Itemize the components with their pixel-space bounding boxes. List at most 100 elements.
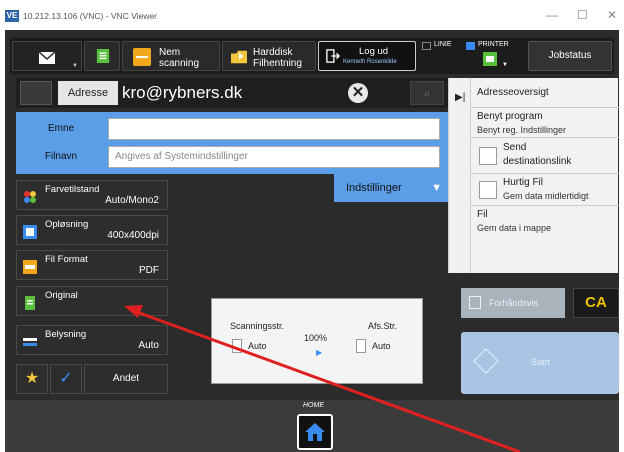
- envelope-icon: [39, 51, 55, 64]
- color-dots-icon: [24, 191, 36, 203]
- filename-label: Filnavn: [44, 151, 78, 162]
- scan-icon: [133, 48, 151, 66]
- vnc-screen: VE 10.212.13.106 (VNC) - VNC Viewer — ☐ …: [0, 0, 624, 452]
- original-label: Original: [45, 290, 78, 301]
- address-book-icon[interactable]: [20, 81, 52, 105]
- home-icon: [305, 423, 325, 441]
- clear-address-button[interactable]: ✕: [348, 83, 368, 103]
- subject-row: Emne: [16, 117, 448, 141]
- linie-label: LINIE: [434, 41, 452, 48]
- send-size-value: Auto: [372, 341, 391, 351]
- chevron-down-icon: ▼: [72, 63, 78, 69]
- logout-icon: [326, 49, 341, 63]
- side-panel-toggle[interactable]: ▶|: [448, 78, 470, 273]
- exposure-label: Belysning: [45, 329, 87, 340]
- home-button[interactable]: [297, 414, 333, 450]
- use-program-sub: Benyt reg. Indstillinger: [477, 125, 567, 135]
- quick-file-label: Hurtig Fil: [503, 177, 544, 188]
- minimize-button[interactable]: —: [546, 8, 558, 22]
- zoom-ratio: 100%: [304, 333, 328, 343]
- exposure-value: Auto: [138, 340, 159, 351]
- address-overview-label: Adresseoversigt: [477, 87, 549, 98]
- file-format-button[interactable]: Fil Format PDF: [16, 250, 168, 280]
- logged-in-user: Kenneth Rosenkilde: [343, 59, 397, 65]
- settings-tab[interactable]: Indstillinger ▼: [334, 174, 448, 202]
- send-link-item[interactable]: Send destinationslink: [471, 138, 619, 174]
- side-panel: Adresseoversigt Benyt program Benyt reg.…: [470, 78, 619, 273]
- other-button[interactable]: Andet: [84, 364, 168, 394]
- hdd-retrieve-label: Harddisk Filhentning: [253, 47, 302, 69]
- send-link-sub: destinationslink: [503, 156, 572, 167]
- use-program-label: Benyt program: [477, 111, 543, 122]
- file-format-label: Fil Format: [45, 254, 88, 265]
- resolution-value: 400x400dpi: [107, 230, 159, 241]
- home-label: HOME: [303, 402, 324, 409]
- address-overview-item[interactable]: Adresseoversigt: [471, 78, 619, 108]
- scan-summary-panel: Scanningsstr. Auto 100% ▶ Afs.Str. Auto: [211, 298, 423, 384]
- logout-label: Log ud: [359, 46, 389, 57]
- exposure-icon: [23, 338, 37, 346]
- folder-icon: [231, 50, 247, 64]
- color-mode-label: Farvetilstand: [45, 184, 100, 195]
- exposure-button[interactable]: Belysning Auto: [16, 325, 168, 355]
- send-link-checkbox[interactable]: [479, 147, 497, 165]
- resolution-button[interactable]: Opløsning 400x400dpi: [16, 215, 168, 245]
- network-doc-icon: [96, 49, 110, 63]
- send-size-label: Afs.Str.: [368, 321, 398, 331]
- file-label: Fil: [477, 209, 488, 220]
- play-arrow-icon: ▶|: [455, 92, 466, 103]
- filename-input[interactable]: Angives af Systemindstillinger: [108, 146, 440, 168]
- chevron-down-icon: ▼: [431, 182, 442, 194]
- document-icon: [232, 339, 242, 353]
- resolution-label: Opløsning: [45, 219, 89, 230]
- logout-button[interactable]: Log ud Kenneth Rosenkilde: [318, 41, 416, 71]
- file-item[interactable]: Fil Gem data i mappe: [471, 206, 619, 238]
- top-toolbar: ▼ Nem scanning Harddisk Filhentning Log …: [10, 38, 614, 74]
- printer-label: PRINTER: [478, 41, 509, 48]
- filename-row: Filnavn Angives af Systemindstillinger: [16, 145, 448, 169]
- checkmark-icon[interactable]: ✓: [50, 364, 82, 394]
- subject-input[interactable]: [108, 118, 440, 140]
- email-mode-button[interactable]: ▼: [12, 41, 82, 71]
- quick-file-checkbox[interactable]: [479, 181, 497, 199]
- search-icon[interactable]: ⌕: [410, 81, 444, 105]
- chevron-down-icon: ▼: [502, 62, 508, 68]
- easy-scan-label: Nem scanning: [159, 47, 200, 69]
- scan-size-label: Scanningsstr.: [230, 321, 285, 331]
- original-doc-icon: [25, 296, 35, 310]
- file-format-icon: [23, 260, 37, 274]
- close-window-button[interactable]: ✕: [607, 8, 617, 22]
- subject-filename-form: Emne Filnavn Angives af Systemindstillin…: [16, 112, 448, 174]
- easy-scan-button[interactable]: Nem scanning: [122, 41, 220, 71]
- color-mode-button[interactable]: Farvetilstand Auto/Mono2: [16, 180, 168, 210]
- hdd-retrieve-button[interactable]: Harddisk Filhentning: [222, 41, 316, 71]
- subject-label: Emne: [47, 123, 75, 134]
- linie-indicator-icon: [422, 42, 431, 50]
- preview-icon: [469, 296, 481, 309]
- address-value[interactable]: kro@rybners.dk: [122, 81, 242, 105]
- send-link-label: Send: [503, 142, 527, 153]
- address-label: Adresse: [58, 81, 118, 105]
- file-sub: Gem data i mappe: [477, 223, 552, 233]
- favorites-star-icon[interactable]: ★: [16, 364, 48, 394]
- arrow-right-icon: ▶: [316, 348, 323, 357]
- original-button[interactable]: Original: [16, 286, 168, 316]
- file-format-value: PDF: [139, 265, 159, 276]
- maximize-button[interactable]: ☐: [577, 8, 588, 22]
- clear-all-button[interactable]: CA: [573, 288, 619, 318]
- window-title: 10.212.13.106 (VNC) - VNC Viewer: [23, 11, 158, 21]
- preview-label: Forhåndsvis: [489, 298, 539, 308]
- printer-status-icon: [483, 52, 497, 66]
- start-diamond-icon: [473, 348, 499, 374]
- address-bar: Adresse kro@rybners.dk ✕ ⌕: [16, 78, 448, 108]
- network-folder-button[interactable]: [84, 41, 120, 71]
- use-program-item[interactable]: Benyt program Benyt reg. Indstillinger: [471, 108, 619, 138]
- quick-file-item[interactable]: Hurtig Fil Gem data midlertidigt: [471, 174, 619, 206]
- preview-button[interactable]: Forhåndsvis: [461, 288, 565, 318]
- settings-tab-label: Indstillinger: [346, 182, 402, 194]
- resolution-icon: [23, 225, 37, 239]
- start-button[interactable]: Start: [461, 332, 619, 394]
- printer-indicator-icon: [466, 42, 475, 50]
- vnc-logo-icon: VE: [5, 10, 19, 22]
- jobstatus-button[interactable]: Jobstatus: [528, 41, 612, 71]
